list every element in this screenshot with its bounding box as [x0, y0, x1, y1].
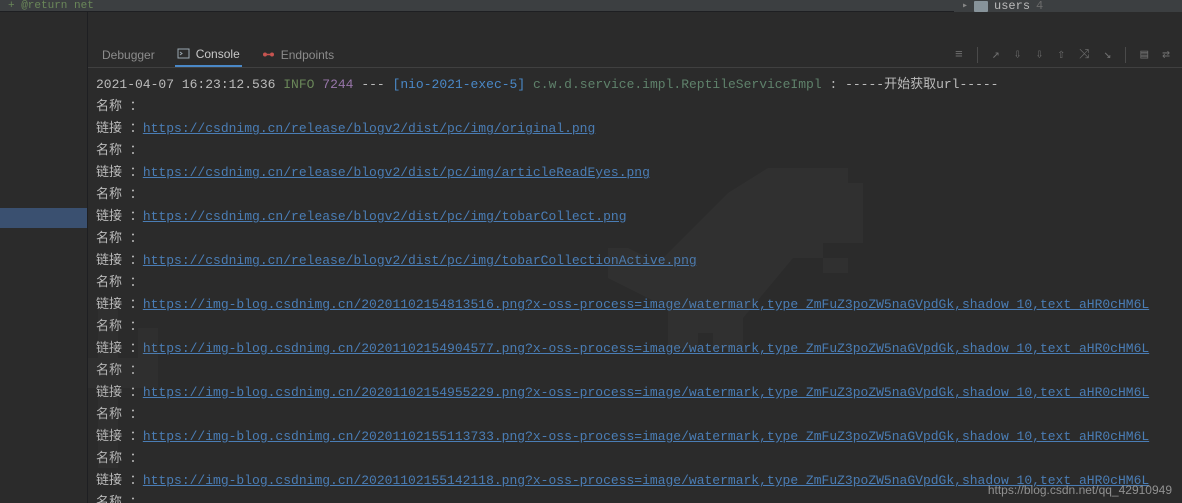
link-label: 链接 ： — [96, 341, 143, 356]
settings-icon[interactable]: ⇄ — [1162, 47, 1170, 62]
step-icon[interactable]: ↘ — [1104, 47, 1112, 62]
log-link-line: 链接 ：https://csdnimg.cn/release/blogv2/di… — [96, 118, 1182, 140]
separator — [1125, 47, 1126, 63]
log-header-line: 2021-04-07 16:23:12.536 INFO 7244 --- [n… — [96, 74, 1182, 96]
log-level: INFO — [283, 77, 314, 92]
name-label: 名称 ： — [96, 187, 143, 202]
left-gutter — [0, 12, 88, 503]
name-label: 名称 ： — [96, 231, 143, 246]
name-label: 名称 ： — [96, 143, 143, 158]
watermark: https://blog.csdn.net/qq_42910949 — [988, 483, 1172, 497]
pid: 7244 — [322, 77, 353, 92]
log-name-line: 名称 ： — [96, 448, 1182, 470]
url-link[interactable]: https://csdnimg.cn/release/blogv2/dist/p… — [143, 121, 595, 136]
log-link-line: 链接 ：https://img-blog.csdnimg.cn/20201102… — [96, 338, 1182, 360]
url-link[interactable]: https://img-blog.csdnimg.cn/202011021549… — [143, 341, 1149, 356]
link-label: 链接 ： — [96, 209, 143, 224]
link-label: 链接 ： — [96, 253, 143, 268]
download-icon[interactable]: ⇩ — [1014, 47, 1022, 62]
tab-endpoints[interactable]: Endpoints — [260, 44, 336, 66]
timestamp: 2021-04-07 16:23:12.536 — [96, 77, 275, 92]
url-link[interactable]: https://img-blog.csdnimg.cn/202011021548… — [143, 297, 1149, 312]
name-label: 名称 ： — [96, 275, 143, 290]
link-label: 链接 ： — [96, 121, 143, 136]
log-link-line: 链接 ：https://img-blog.csdnimg.cn/20201102… — [96, 426, 1182, 448]
log-name-line: 名称 ： — [96, 316, 1182, 338]
url-link[interactable]: https://img-blog.csdnimg.cn/202011021549… — [143, 385, 1149, 400]
url-link[interactable]: https://csdnimg.cn/release/blogv2/dist/p… — [143, 253, 697, 268]
url-link[interactable]: https://img-blog.csdnimg.cn/202011021551… — [143, 429, 1149, 444]
log-name-line: 名称 ： — [96, 404, 1182, 426]
debug-tabs: Debugger Console Endpoints ≡ ↗ ⇩ ⇩ — [88, 42, 1182, 68]
class-name: c.w.d.service.impl.ReptileServiceImpl — [533, 77, 822, 92]
url-link[interactable]: https://csdnimg.cn/release/blogv2/dist/p… — [143, 209, 627, 224]
console-output[interactable]: 2021-04-07 16:23:12.536 INFO 7244 --- [n… — [88, 68, 1182, 503]
tab-debugger[interactable]: Debugger — [100, 44, 157, 66]
log-link-line: 链接 ：https://csdnimg.cn/release/blogv2/di… — [96, 206, 1182, 228]
tab-label: Endpoints — [281, 48, 334, 62]
name-label: 名称 ： — [96, 451, 143, 466]
endpoints-icon — [262, 48, 275, 61]
log-name-line: 名称 ： — [96, 184, 1182, 206]
colon: : — [829, 77, 837, 92]
log-link-line: 链接 ：https://img-blog.csdnimg.cn/20201102… — [96, 382, 1182, 404]
separator — [977, 47, 978, 63]
log-link-line: 链接 ：https://csdnimg.cn/release/blogv2/di… — [96, 162, 1182, 184]
name-label: 名称 ： — [96, 495, 143, 503]
chevron-right-icon: ▸ — [962, 0, 968, 12]
link-label: 链接 ： — [96, 165, 143, 180]
folder-icon — [974, 1, 988, 12]
log-link-line: 链接 ：https://csdnimg.cn/release/blogv2/di… — [96, 250, 1182, 272]
tab-label: Console — [196, 47, 240, 61]
export-icon[interactable]: ↗ — [992, 47, 1000, 62]
filter-icon[interactable]: ≡ — [955, 47, 963, 62]
log-name-line: 名称 ： — [96, 140, 1182, 162]
gutter-highlight — [0, 208, 87, 228]
top-bar-text: + @return net — [8, 0, 94, 12]
thread: [nio-2021-exec-5] — [393, 77, 526, 92]
name-label: 名称 ： — [96, 407, 143, 422]
dashes: --- — [361, 77, 384, 92]
url-link[interactable]: https://csdnimg.cn/release/blogv2/dist/p… — [143, 165, 650, 180]
name-label: 名称 ： — [96, 99, 143, 114]
log-name-line: 名称 ： — [96, 360, 1182, 382]
console-icon — [177, 47, 190, 60]
link-label: 链接 ： — [96, 385, 143, 400]
log-link-line: 链接 ：https://img-blog.csdnimg.cn/20201102… — [96, 294, 1182, 316]
log-message: -----开始获取url----- — [845, 77, 998, 92]
log-name-line: 名称 ： — [96, 96, 1182, 118]
link-label: 链接 ： — [96, 473, 143, 488]
project-tree-item[interactable]: ▸ users 4 — [954, 0, 1182, 12]
log-name-line: 名称 ： — [96, 272, 1182, 294]
shuffle-icon[interactable]: ⤨ — [1079, 47, 1089, 62]
upload-icon[interactable]: ⇧ — [1057, 47, 1065, 62]
link-label: 链接 ： — [96, 297, 143, 312]
tab-console[interactable]: Console — [175, 43, 242, 67]
log-name-line: 名称 ： — [96, 228, 1182, 250]
name-label: 名称 ： — [96, 363, 143, 378]
tab-label: Debugger — [102, 48, 155, 62]
link-label: 链接 ： — [96, 429, 143, 444]
layout-icon[interactable]: ▤ — [1140, 47, 1148, 62]
download-icon-2[interactable]: ⇩ — [1035, 47, 1043, 62]
name-label: 名称 ： — [96, 319, 143, 334]
